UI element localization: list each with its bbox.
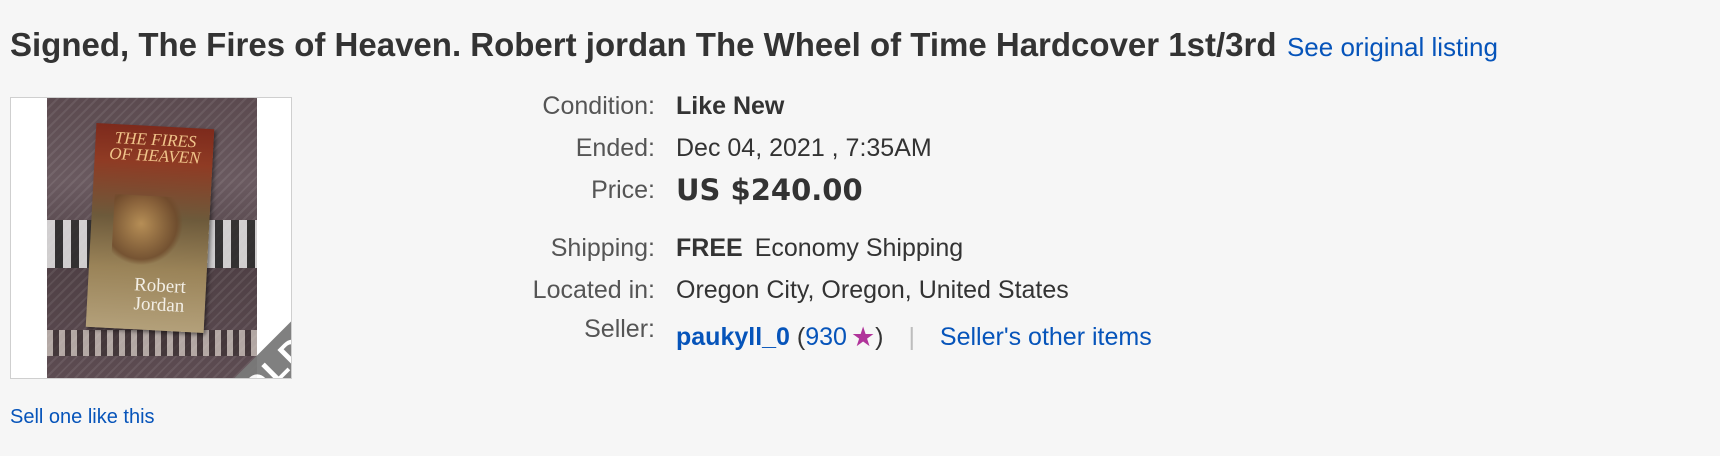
feedback-close-paren: )	[875, 323, 884, 351]
blanket-stripes-lower	[47, 330, 257, 356]
feedback-score-link[interactable]: 930	[805, 323, 847, 351]
condition-label: Condition:	[542, 92, 655, 120]
separator: |	[908, 323, 915, 351]
shipping-label: Shipping:	[550, 234, 655, 262]
location-value: Oregon City, Oregon, United States	[676, 276, 1069, 304]
book-cover-author: Robert Jordan	[133, 274, 187, 317]
book-cover: THE FIRES OF HEAVEN Robert Jordan	[85, 123, 215, 333]
price-value: US $240.00	[676, 173, 863, 207]
shipping-free: FREE	[676, 234, 743, 262]
title-row: Signed, The Fires of Heaven. Robert jord…	[10, 26, 1498, 64]
seller-other-items-link[interactable]: Seller's other items	[940, 323, 1152, 351]
book-cover-title: THE FIRES OF HEAVEN	[108, 128, 201, 168]
ended-value: Dec 04, 2021 , 7:35AM	[676, 134, 932, 162]
shipping-method: Economy Shipping	[754, 234, 964, 262]
sell-one-like-this-link[interactable]: Sell one like this	[10, 406, 155, 429]
feedback-open-paren: (	[796, 323, 806, 351]
book-photo: THE FIRES OF HEAVEN Robert Jordan	[47, 98, 257, 378]
see-original-listing-link[interactable]: See original listing	[1287, 32, 1498, 62]
shipping-value: FREE Economy Shipping	[676, 234, 963, 263]
seller-label: Seller:	[584, 315, 655, 343]
seller-name-link[interactable]: paukyll_0	[676, 323, 790, 351]
star-icon: ★	[850, 322, 876, 352]
location-label: Located in:	[532, 276, 655, 304]
seller-value: paukyll_0 (930 ★) | Seller's other items	[676, 322, 1152, 353]
listing-image[interactable]: THE FIRES OF HEAVEN Robert Jordan SOLD	[10, 97, 292, 379]
book-cover-art	[111, 194, 185, 268]
price-label: Price:	[591, 176, 655, 204]
ended-label: Ended:	[575, 134, 655, 162]
condition-value: Like New	[676, 92, 785, 120]
listing-title: Signed, The Fires of Heaven. Robert jord…	[10, 26, 1277, 63]
